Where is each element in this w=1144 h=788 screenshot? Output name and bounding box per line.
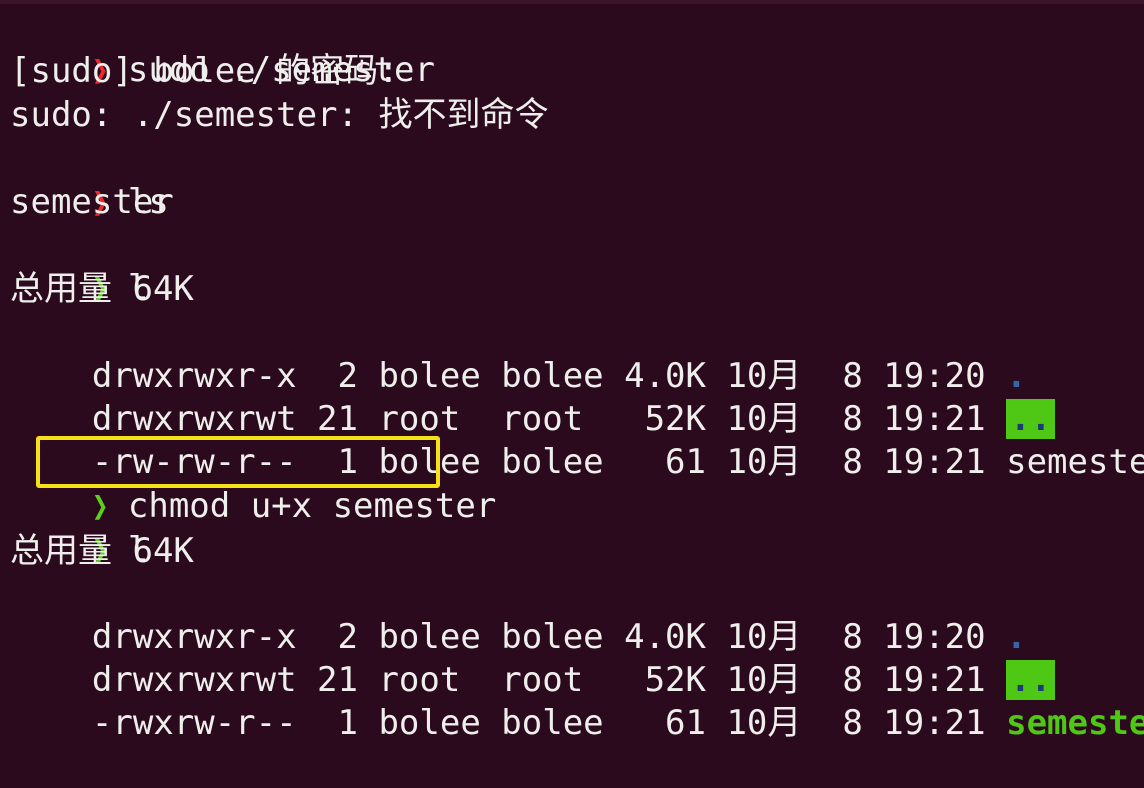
output-line: sudo: ./semester: 找不到命令 [10, 95, 549, 135]
listing-entry-name: semester [1006, 442, 1144, 482]
listing-row: -rwxrw-r-- 1 bolee bolee 61 10月 8 19:21 … [10, 659, 1144, 743]
command-line: ❯ ls [10, 138, 169, 222]
output-line: [sudo] bolee 的密码: [10, 51, 399, 91]
command-line: ❯ l [10, 224, 148, 308]
listing-row: drwxrwxr-x 2 bolee bolee 4.0K 10月 8 19:2… [10, 312, 1027, 396]
listing-row: drwxrwxr-x 2 bolee bolee 4.0K 10月 8 19:2… [10, 573, 1027, 657]
listing-row: drwxrwxrwt 21 root root 52K 10月 8 19:21 … [10, 616, 1056, 700]
terminal-window[interactable]: ❯ sudo ./semester [sudo] bolee 的密码: sudo:… [0, 0, 1144, 743]
output-line: 总用量 64K [10, 531, 194, 571]
listing-entry-name: semester [1006, 703, 1144, 743]
listing-details: -rwxrw-r-- 1 bolee bolee 61 10月 8 19:21 [91, 703, 1007, 743]
highlight-box [36, 436, 440, 488]
output-line: semester [10, 182, 174, 222]
command-line: ❯ l [10, 486, 148, 570]
command-line: ❯ sudo ./semester [10, 6, 435, 90]
listing-row: -rw-rw-r-- 1 bolee bolee 61 10月 8 19:21 … [10, 398, 1144, 482]
listing-row: drwxrwxrwt 21 root root 52K 10月 8 19:21 … [10, 355, 1056, 439]
window-top-edge [0, 0, 1144, 4]
command-text: chmod u+x semester [127, 486, 497, 526]
output-line: 总用量 64K [10, 269, 194, 309]
